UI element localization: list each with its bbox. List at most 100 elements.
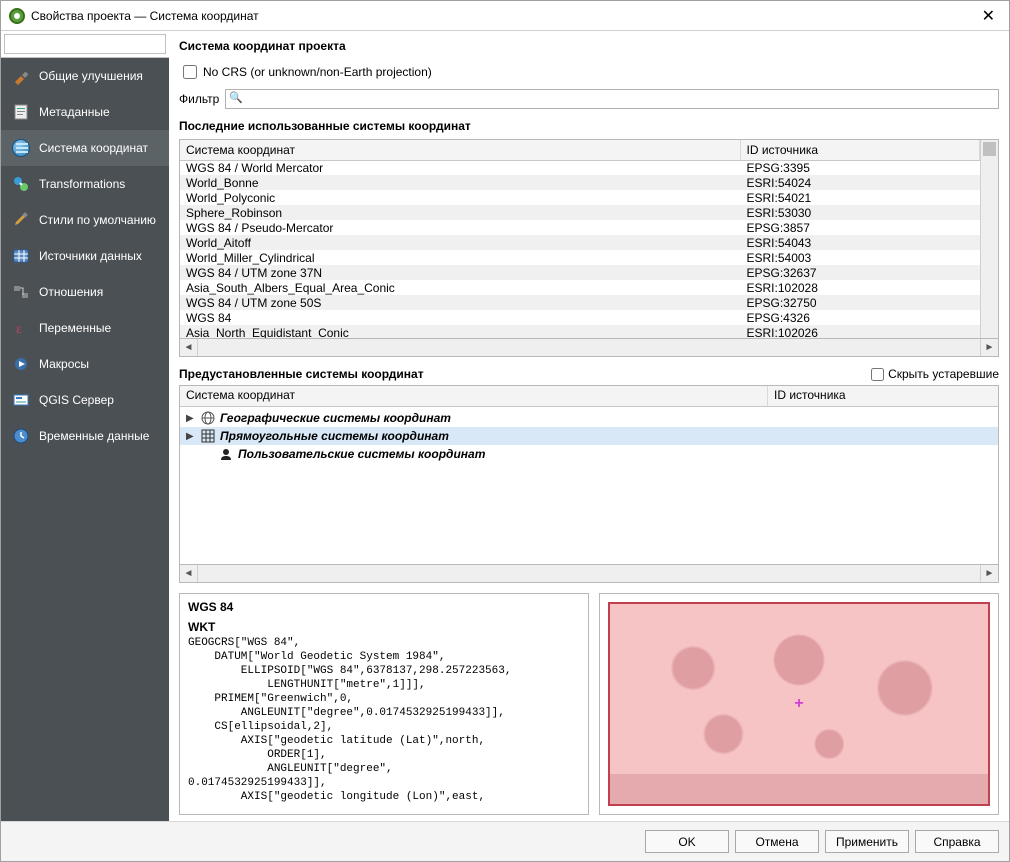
- crs-id-cell: ESRI:54003: [740, 250, 980, 265]
- crs-id-cell: ESRI:102026: [740, 325, 980, 338]
- server-icon: [11, 390, 31, 410]
- no-crs-checkbox[interactable]: [183, 65, 197, 79]
- document-icon: [11, 102, 31, 122]
- dialog-buttons: OK Отмена Применить Справка: [1, 821, 1009, 861]
- predefined-crs-title: Предустановленные системы координат: [179, 367, 871, 381]
- table-row[interactable]: Sphere_RobinsonESRI:53030: [180, 205, 980, 220]
- crs-name-cell: WGS 84 / Pseudo-Mercator: [180, 220, 740, 235]
- sidebar-item-variables[interactable]: ε Переменные: [1, 310, 169, 346]
- sidebar-item-transformations[interactable]: Transformations: [1, 166, 169, 202]
- sidebar-item-styles[interactable]: Стили по умолчанию: [1, 202, 169, 238]
- cancel-button[interactable]: Отмена: [735, 830, 819, 853]
- tree-col-name[interactable]: Система координат: [180, 386, 768, 406]
- wkt-panel: WGS 84 WKT GEOGCRS["WGS 84", DATUM["Worl…: [179, 593, 589, 815]
- no-crs-label: No CRS (or unknown/non-Earth projection): [203, 65, 432, 79]
- tree-item-label: Прямоугольные системы координат: [220, 429, 449, 443]
- sidebar-item-label: Временные данные: [39, 429, 159, 443]
- crs-name-cell: World_Miller_Cylindrical: [180, 250, 740, 265]
- recent-crs-title: Последние использованные системы координ…: [179, 119, 999, 133]
- wrench-icon: [11, 66, 31, 86]
- clock-icon: [11, 426, 31, 446]
- table-row[interactable]: Asia_North_Equidistant_ConicESRI:102026: [180, 325, 980, 338]
- relations-icon: [11, 282, 31, 302]
- table-row[interactable]: Asia_South_Albers_Equal_Area_ConicESRI:1…: [180, 280, 980, 295]
- app-icon: [9, 8, 25, 24]
- crs-id-cell: EPSG:32750: [740, 295, 980, 310]
- apply-button[interactable]: Применить: [825, 830, 909, 853]
- table-row[interactable]: WGS 84 / Pseudo-MercatorEPSG:3857: [180, 220, 980, 235]
- crs-name-cell: World_Bonne: [180, 175, 740, 190]
- selected-crs-name: WGS 84: [188, 600, 580, 614]
- filter-input[interactable]: [225, 89, 999, 109]
- sidebar-item-macros[interactable]: Макросы: [1, 346, 169, 382]
- window-title: Свойства проекта — Система координат: [31, 9, 976, 23]
- tree-scrollbar-horizontal[interactable]: ◄ ►: [179, 565, 999, 583]
- col-header-name[interactable]: Система координат: [180, 140, 740, 160]
- col-header-id[interactable]: ID источника: [740, 140, 980, 160]
- table-row[interactable]: WGS 84 / World MercatorEPSG:3395: [180, 160, 980, 175]
- sidebar-item-relations[interactable]: Отношения: [1, 274, 169, 310]
- crs-name-cell: World_Polyconic: [180, 190, 740, 205]
- scroll-right-icon[interactable]: ►: [980, 565, 998, 582]
- crs-name-cell: WGS 84 / World Mercator: [180, 160, 740, 175]
- tree-item-projected[interactable]: ▶ Прямоугольные системы координат: [180, 427, 998, 445]
- crs-id-cell: ESRI:54021: [740, 190, 980, 205]
- globe-small-icon: [200, 410, 216, 426]
- sidebar-item-datasources[interactable]: Источники данных: [1, 238, 169, 274]
- crs-extent-map[interactable]: [599, 593, 999, 815]
- table-row[interactable]: World_Miller_CylindricalESRI:54003: [180, 250, 980, 265]
- close-icon[interactable]: ✕: [976, 6, 1001, 26]
- sidebar-item-crs[interactable]: Система координат: [1, 130, 169, 166]
- predefined-crs-tree[interactable]: Система координат ID источника ▶ Географ…: [179, 385, 999, 565]
- grid-icon: [200, 428, 216, 444]
- hide-deprecated-checkbox[interactable]: [871, 368, 884, 381]
- scrollbar-horizontal[interactable]: ◄ ►: [179, 339, 999, 357]
- crs-id-cell: EPSG:3395: [740, 160, 980, 175]
- sidebar-item-label: Метаданные: [39, 105, 159, 119]
- project-properties-window: Свойства проекта — Система координат ✕ О…: [0, 0, 1010, 862]
- brush-icon: [11, 210, 31, 230]
- scroll-left-icon[interactable]: ◄: [180, 339, 198, 356]
- globe-icon: [11, 138, 31, 158]
- content-pane: Система координат проекта No CRS (or unk…: [169, 31, 1009, 821]
- tree-col-id[interactable]: ID источника: [768, 386, 998, 406]
- ok-button[interactable]: OK: [645, 830, 729, 853]
- table-icon: [11, 246, 31, 266]
- tree-item-label: Географические системы координат: [220, 411, 451, 425]
- crs-name-cell: WGS 84 / UTM zone 37N: [180, 265, 740, 280]
- hide-deprecated-label[interactable]: Скрыть устаревшие: [871, 367, 999, 381]
- table-row[interactable]: WGS 84 / UTM zone 50SEPSG:32750: [180, 295, 980, 310]
- expand-icon[interactable]: ▶: [186, 431, 196, 442]
- sidebar-item-label: Transformations: [39, 177, 159, 191]
- tree-item-user[interactable]: Пользовательские системы координат: [180, 445, 998, 463]
- crs-name-cell: WGS 84: [180, 310, 740, 325]
- sidebar-search-input[interactable]: [4, 34, 166, 54]
- table-row[interactable]: World_BonneESRI:54024: [180, 175, 980, 190]
- sidebar-item-general[interactable]: Общие улучшения: [1, 58, 169, 94]
- wkt-text[interactable]: GEOGCRS["WGS 84", DATUM["World Geodetic …: [188, 636, 580, 804]
- sidebar-item-label: Общие улучшения: [39, 69, 159, 83]
- help-button[interactable]: Справка: [915, 830, 999, 853]
- wkt-label: WKT: [188, 620, 580, 634]
- crs-id-cell: EPSG:32637: [740, 265, 980, 280]
- user-icon: [218, 446, 234, 462]
- sidebar-item-label: Стили по умолчанию: [39, 213, 159, 227]
- crs-name-cell: Asia_South_Albers_Equal_Area_Conic: [180, 280, 740, 295]
- transform-icon: [11, 174, 31, 194]
- scroll-right-icon[interactable]: ►: [980, 339, 998, 356]
- crs-name-cell: Asia_North_Equidistant_Conic: [180, 325, 740, 338]
- table-row[interactable]: WGS 84EPSG:4326: [180, 310, 980, 325]
- scroll-left-icon[interactable]: ◄: [180, 565, 198, 582]
- table-row[interactable]: WGS 84 / UTM zone 37NEPSG:32637: [180, 265, 980, 280]
- sidebar-item-label: Переменные: [39, 321, 159, 335]
- table-row[interactable]: World_AitoffESRI:54043: [180, 235, 980, 250]
- scrollbar-vertical[interactable]: [980, 140, 998, 338]
- recent-crs-table[interactable]: Система координат ID источника WGS 84 / …: [179, 139, 999, 339]
- expand-icon[interactable]: ▶: [186, 413, 196, 424]
- sidebar-item-label: Макросы: [39, 357, 159, 371]
- table-row[interactable]: World_PolyconicESRI:54021: [180, 190, 980, 205]
- sidebar-item-metadata[interactable]: Метаданные: [1, 94, 169, 130]
- sidebar-item-temporal[interactable]: Временные данные: [1, 418, 169, 454]
- tree-item-geographic[interactable]: ▶ Географические системы координат: [180, 409, 998, 427]
- sidebar-item-qgis-server[interactable]: QGIS Сервер: [1, 382, 169, 418]
